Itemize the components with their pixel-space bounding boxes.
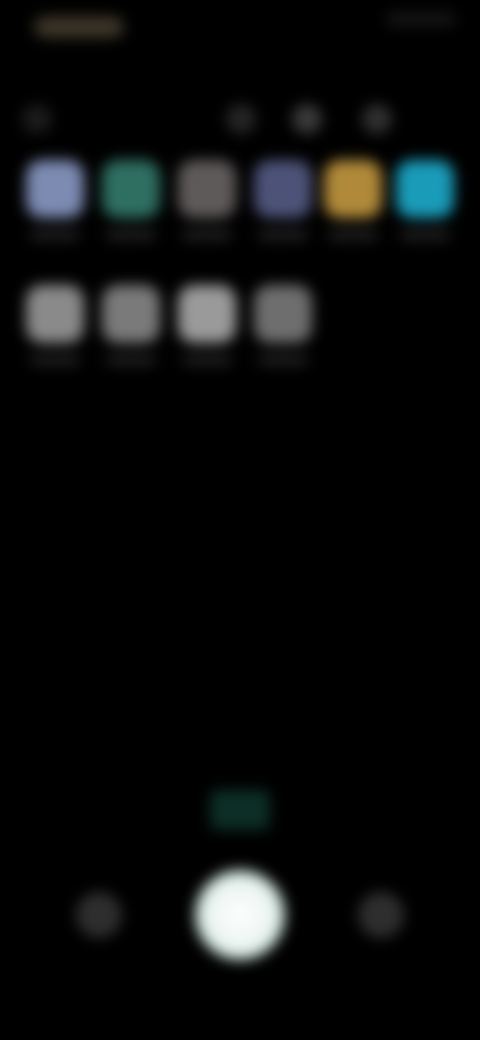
app-item[interactable]: [20, 285, 90, 385]
app-icon: [254, 285, 312, 343]
timer-icon[interactable]: [292, 104, 322, 134]
app-item[interactable]: [248, 285, 318, 385]
app-item[interactable]: [96, 285, 166, 385]
app-label: [182, 355, 232, 365]
app-label: [106, 355, 156, 365]
app-label: [106, 230, 156, 240]
app-item[interactable]: [20, 160, 90, 260]
app-icon: [396, 160, 454, 218]
app-icon: [26, 285, 84, 343]
app-label: [400, 230, 450, 240]
apps-row-2: [0, 285, 480, 385]
app-item[interactable]: [390, 160, 460, 260]
mode-item[interactable]: [155, 800, 195, 816]
app-label: [258, 355, 308, 365]
flash-icon[interactable]: [22, 104, 52, 134]
bottom-controls: [0, 860, 480, 970]
camera-screen: [0, 0, 480, 1040]
app-label: [182, 230, 232, 240]
mode-item[interactable]: [60, 800, 130, 816]
mode-item[interactable]: [215, 800, 265, 816]
apps-row-1: [0, 160, 480, 260]
top-controls: [0, 96, 480, 140]
mode-item[interactable]: [0, 800, 30, 816]
app-item[interactable]: [318, 160, 388, 260]
app-item[interactable]: [172, 160, 242, 260]
app-label: [30, 355, 80, 365]
mode-selector: [0, 790, 480, 830]
status-bar: [0, 0, 480, 56]
app-icon: [26, 160, 84, 218]
app-icon: [324, 160, 382, 218]
mode-item[interactable]: [295, 800, 355, 816]
settings-icon[interactable]: [362, 104, 392, 134]
app-icon: [178, 160, 236, 218]
app-label: [30, 230, 80, 240]
app-icon: [254, 160, 312, 218]
app-item[interactable]: [172, 285, 242, 385]
status-time: [34, 16, 124, 38]
hdr-icon[interactable]: [226, 104, 256, 134]
gallery-thumbnail[interactable]: [76, 892, 122, 938]
switch-camera-icon[interactable]: [358, 892, 404, 938]
mode-item[interactable]: [385, 800, 475, 816]
app-label: [328, 230, 378, 240]
app-item[interactable]: [248, 160, 318, 260]
app-label: [258, 230, 308, 240]
app-icon: [178, 285, 236, 343]
status-indicators: [386, 12, 456, 26]
shutter-button[interactable]: [195, 870, 285, 960]
app-icon: [102, 160, 160, 218]
zoom-label[interactable]: [168, 730, 308, 764]
app-icon: [102, 285, 160, 343]
app-item[interactable]: [96, 160, 166, 260]
